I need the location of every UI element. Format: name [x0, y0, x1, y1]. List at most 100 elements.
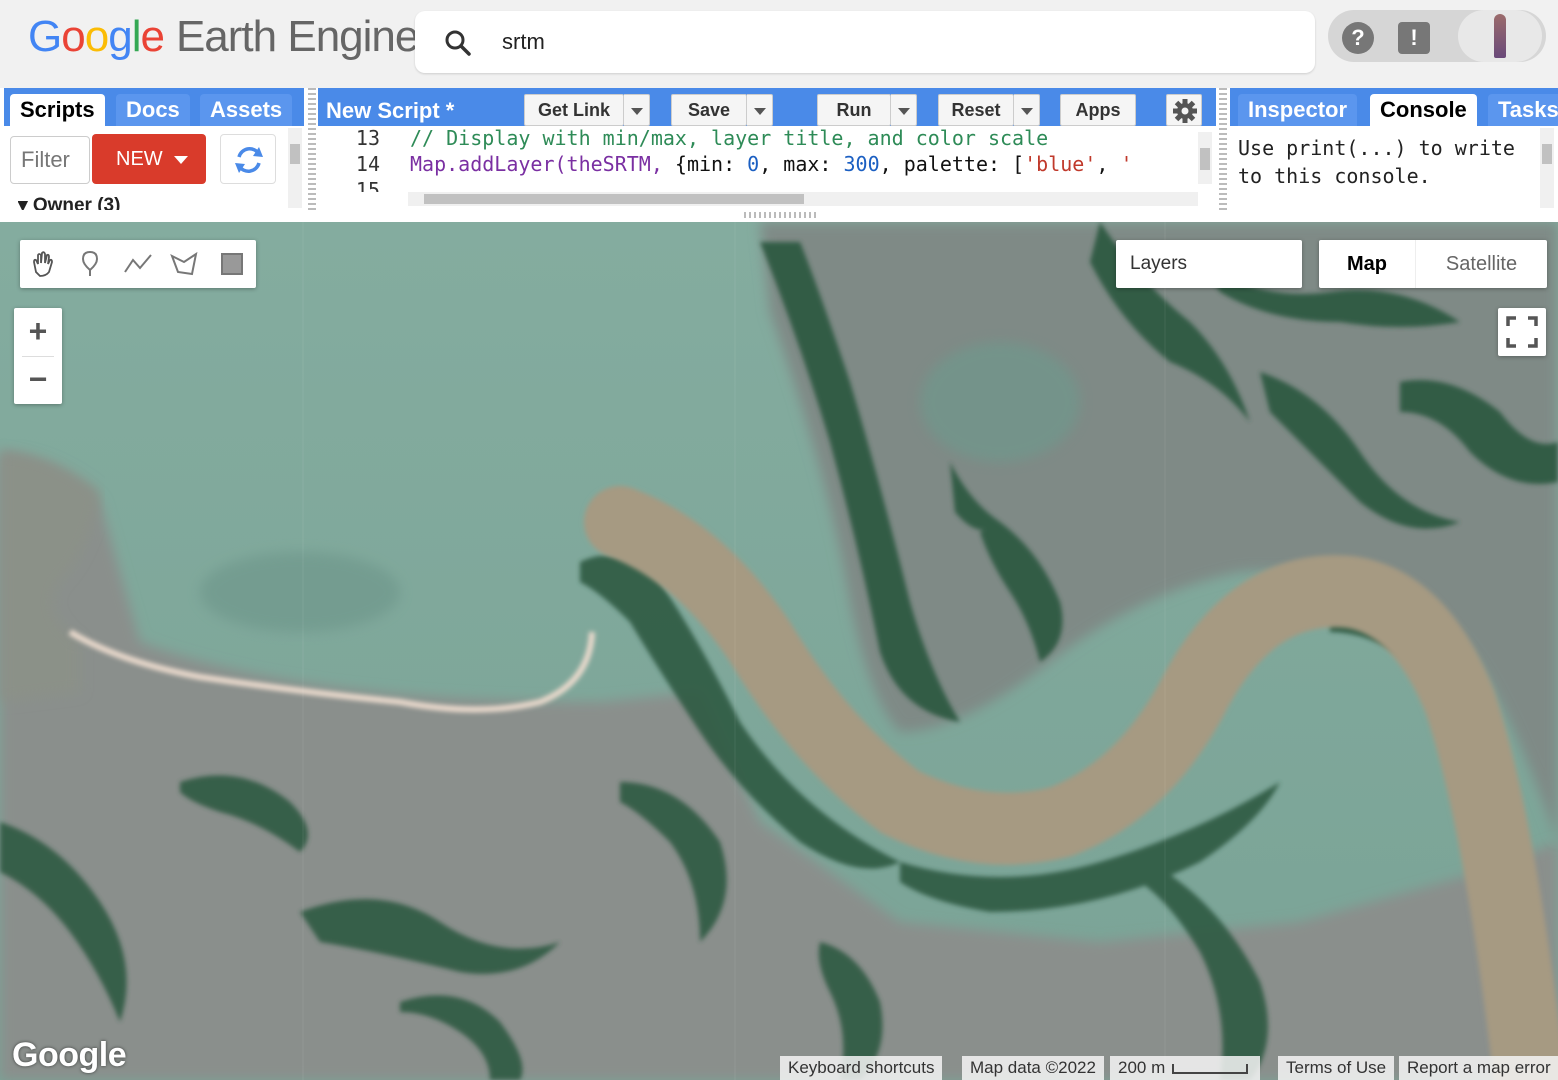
report-map-error-link[interactable]: Report a map error — [1399, 1056, 1558, 1080]
left-splitter-handle[interactable] — [308, 88, 316, 210]
owner-label: Owner (3) — [32, 195, 121, 210]
map-type-map[interactable]: Map — [1319, 240, 1415, 288]
line-tool-icon[interactable] — [120, 246, 156, 282]
scrollbar-thumb[interactable] — [424, 194, 804, 204]
marker-point-icon[interactable] — [72, 246, 108, 282]
save-dropdown[interactable] — [747, 94, 773, 126]
new-button[interactable]: NEW — [92, 134, 206, 184]
get-link-dropdown[interactable] — [624, 94, 650, 126]
line-number: 14 — [355, 152, 380, 176]
scrollbar-thumb[interactable] — [290, 144, 300, 164]
search-icon — [445, 30, 471, 56]
gear-icon — [1173, 99, 1197, 123]
right-tab-bar: Inspector Console Tasks — [1230, 88, 1558, 126]
save-button[interactable]: Save — [671, 94, 747, 126]
map-canvas[interactable]: + − Layers Map Satellite Google Keyboard… — [0, 222, 1558, 1080]
caret-down-icon — [174, 156, 188, 164]
code-token: {min: — [674, 152, 748, 176]
code-token: 0 — [747, 152, 760, 176]
settings-button[interactable] — [1166, 94, 1202, 126]
code-line-14[interactable]: Map.addLayer(theSRTM, {min: 0, max: 300,… — [410, 152, 1133, 176]
tab-assets[interactable]: Assets — [200, 94, 293, 126]
left-tab-bar: Scripts Docs Assets — [4, 88, 304, 126]
zoom-out-button[interactable]: − — [14, 356, 62, 404]
code-editor-panel: New Script * Get Link Save Run Reset App… — [318, 88, 1216, 210]
map-type-toggle: Map Satellite — [1319, 240, 1547, 288]
console-scrollbar[interactable] — [1540, 128, 1554, 208]
scrollbar-thumb[interactable] — [1200, 148, 1210, 170]
code-token: Map.addLayer(theSRTM, — [410, 152, 675, 176]
search-input[interactable]: srtm — [502, 29, 545, 55]
filter-input[interactable]: Filter — [10, 136, 90, 184]
search-box[interactable]: srtm — [415, 11, 1315, 73]
reset-dropdown[interactable] — [1014, 94, 1040, 126]
map-type-satellite[interactable]: Satellite — [1415, 240, 1547, 288]
code-token: ' — [1120, 152, 1133, 176]
editor-hscrollbar[interactable] — [408, 192, 1198, 206]
terms-of-use-link[interactable]: Terms of Use — [1278, 1056, 1395, 1080]
layers-button[interactable]: Layers — [1116, 240, 1302, 288]
run-button[interactable]: Run — [817, 94, 891, 126]
get-link-button[interactable]: Get Link — [524, 94, 624, 126]
tab-docs[interactable]: Docs — [116, 94, 190, 126]
editor-toolbar: New Script * Get Link Save Run Reset App… — [318, 88, 1216, 126]
tab-console[interactable]: Console — [1370, 94, 1477, 126]
refresh-icon — [235, 147, 263, 173]
scrollbar-thumb[interactable] — [1542, 144, 1552, 164]
owner-group[interactable]: ▾ Owner (3) — [18, 194, 120, 210]
tab-tasks[interactable]: Tasks — [1488, 94, 1558, 126]
scale-bar — [1172, 1064, 1248, 1074]
logo-product-name: Earth Engine — [175, 12, 419, 61]
logo-letter: o — [84, 12, 110, 61]
map-data-attribution: Map data ©2022 — [962, 1056, 1104, 1080]
satellite-imagery — [0, 222, 1558, 1080]
code-token: 'blue' — [1024, 152, 1097, 176]
feedback-icon[interactable]: ! — [1398, 22, 1430, 54]
left-scrollbar[interactable] — [288, 128, 302, 208]
console-panel: Inspector Console Tasks Use print(...) t… — [1230, 88, 1558, 210]
line-number: 13 — [355, 126, 380, 150]
header-actions: ? ! — [1328, 10, 1546, 62]
google-logo: Google — [12, 1036, 127, 1074]
earth-engine-app: Google Earth Engine srtm ? ! Scripts Doc… — [0, 0, 1558, 1080]
logo-letter: e — [140, 12, 165, 61]
apps-button[interactable]: Apps — [1060, 94, 1136, 126]
reset-button[interactable]: Reset — [938, 94, 1014, 126]
scale-text: 200 m — [1118, 1058, 1166, 1077]
zoom-in-button[interactable]: + — [14, 308, 62, 356]
logo-letter: G — [28, 12, 62, 61]
script-title[interactable]: New Script * — [326, 98, 454, 124]
run-dropdown[interactable] — [891, 94, 917, 126]
fullscreen-button[interactable] — [1498, 308, 1546, 356]
avatar-image — [1494, 14, 1506, 58]
polygon-tool-icon[interactable] — [166, 246, 202, 282]
code-token: , palette: [ — [879, 152, 1025, 176]
line-number: 15 — [355, 178, 380, 192]
code-token: , max: — [759, 152, 844, 176]
tab-inspector[interactable]: Inspector — [1238, 94, 1358, 126]
right-splitter-handle[interactable] — [1219, 88, 1227, 210]
console-output: Use print(...) to write to this console. — [1238, 136, 1515, 188]
code-token: 300 — [843, 152, 880, 176]
logo-letter: o — [61, 12, 86, 61]
scripts-panel: Scripts Docs Assets Filter NEW ▾ Owner (… — [4, 88, 304, 210]
tab-scripts[interactable]: Scripts — [10, 94, 105, 126]
earth-engine-logo[interactable]: Google Earth Engine — [28, 12, 419, 62]
keyboard-shortcuts-link[interactable]: Keyboard shortcuts — [780, 1056, 943, 1080]
drawing-tools — [20, 240, 256, 288]
question-circle-icon[interactable]: ? — [1342, 22, 1374, 54]
logo-letter: g — [108, 12, 133, 61]
fullscreen-icon — [1506, 316, 1538, 348]
code-line-13[interactable]: // Display with min/max, layer title, an… — [410, 126, 1048, 150]
editor-map-splitter-handle[interactable] — [744, 212, 816, 218]
zoom-control: + − — [14, 308, 62, 404]
logo-letter: l — [131, 12, 142, 61]
hand-pan-icon[interactable] — [24, 246, 60, 282]
code-token: , — [1096, 152, 1121, 176]
rectangle-tool-icon[interactable] — [214, 246, 250, 282]
top-bar: Google Earth Engine srtm ? ! — [0, 0, 1558, 88]
editor-scrollbar[interactable] — [1198, 132, 1212, 184]
refresh-button[interactable] — [220, 134, 276, 184]
avatar[interactable] — [1458, 10, 1542, 62]
new-button-label: NEW — [116, 148, 163, 170]
